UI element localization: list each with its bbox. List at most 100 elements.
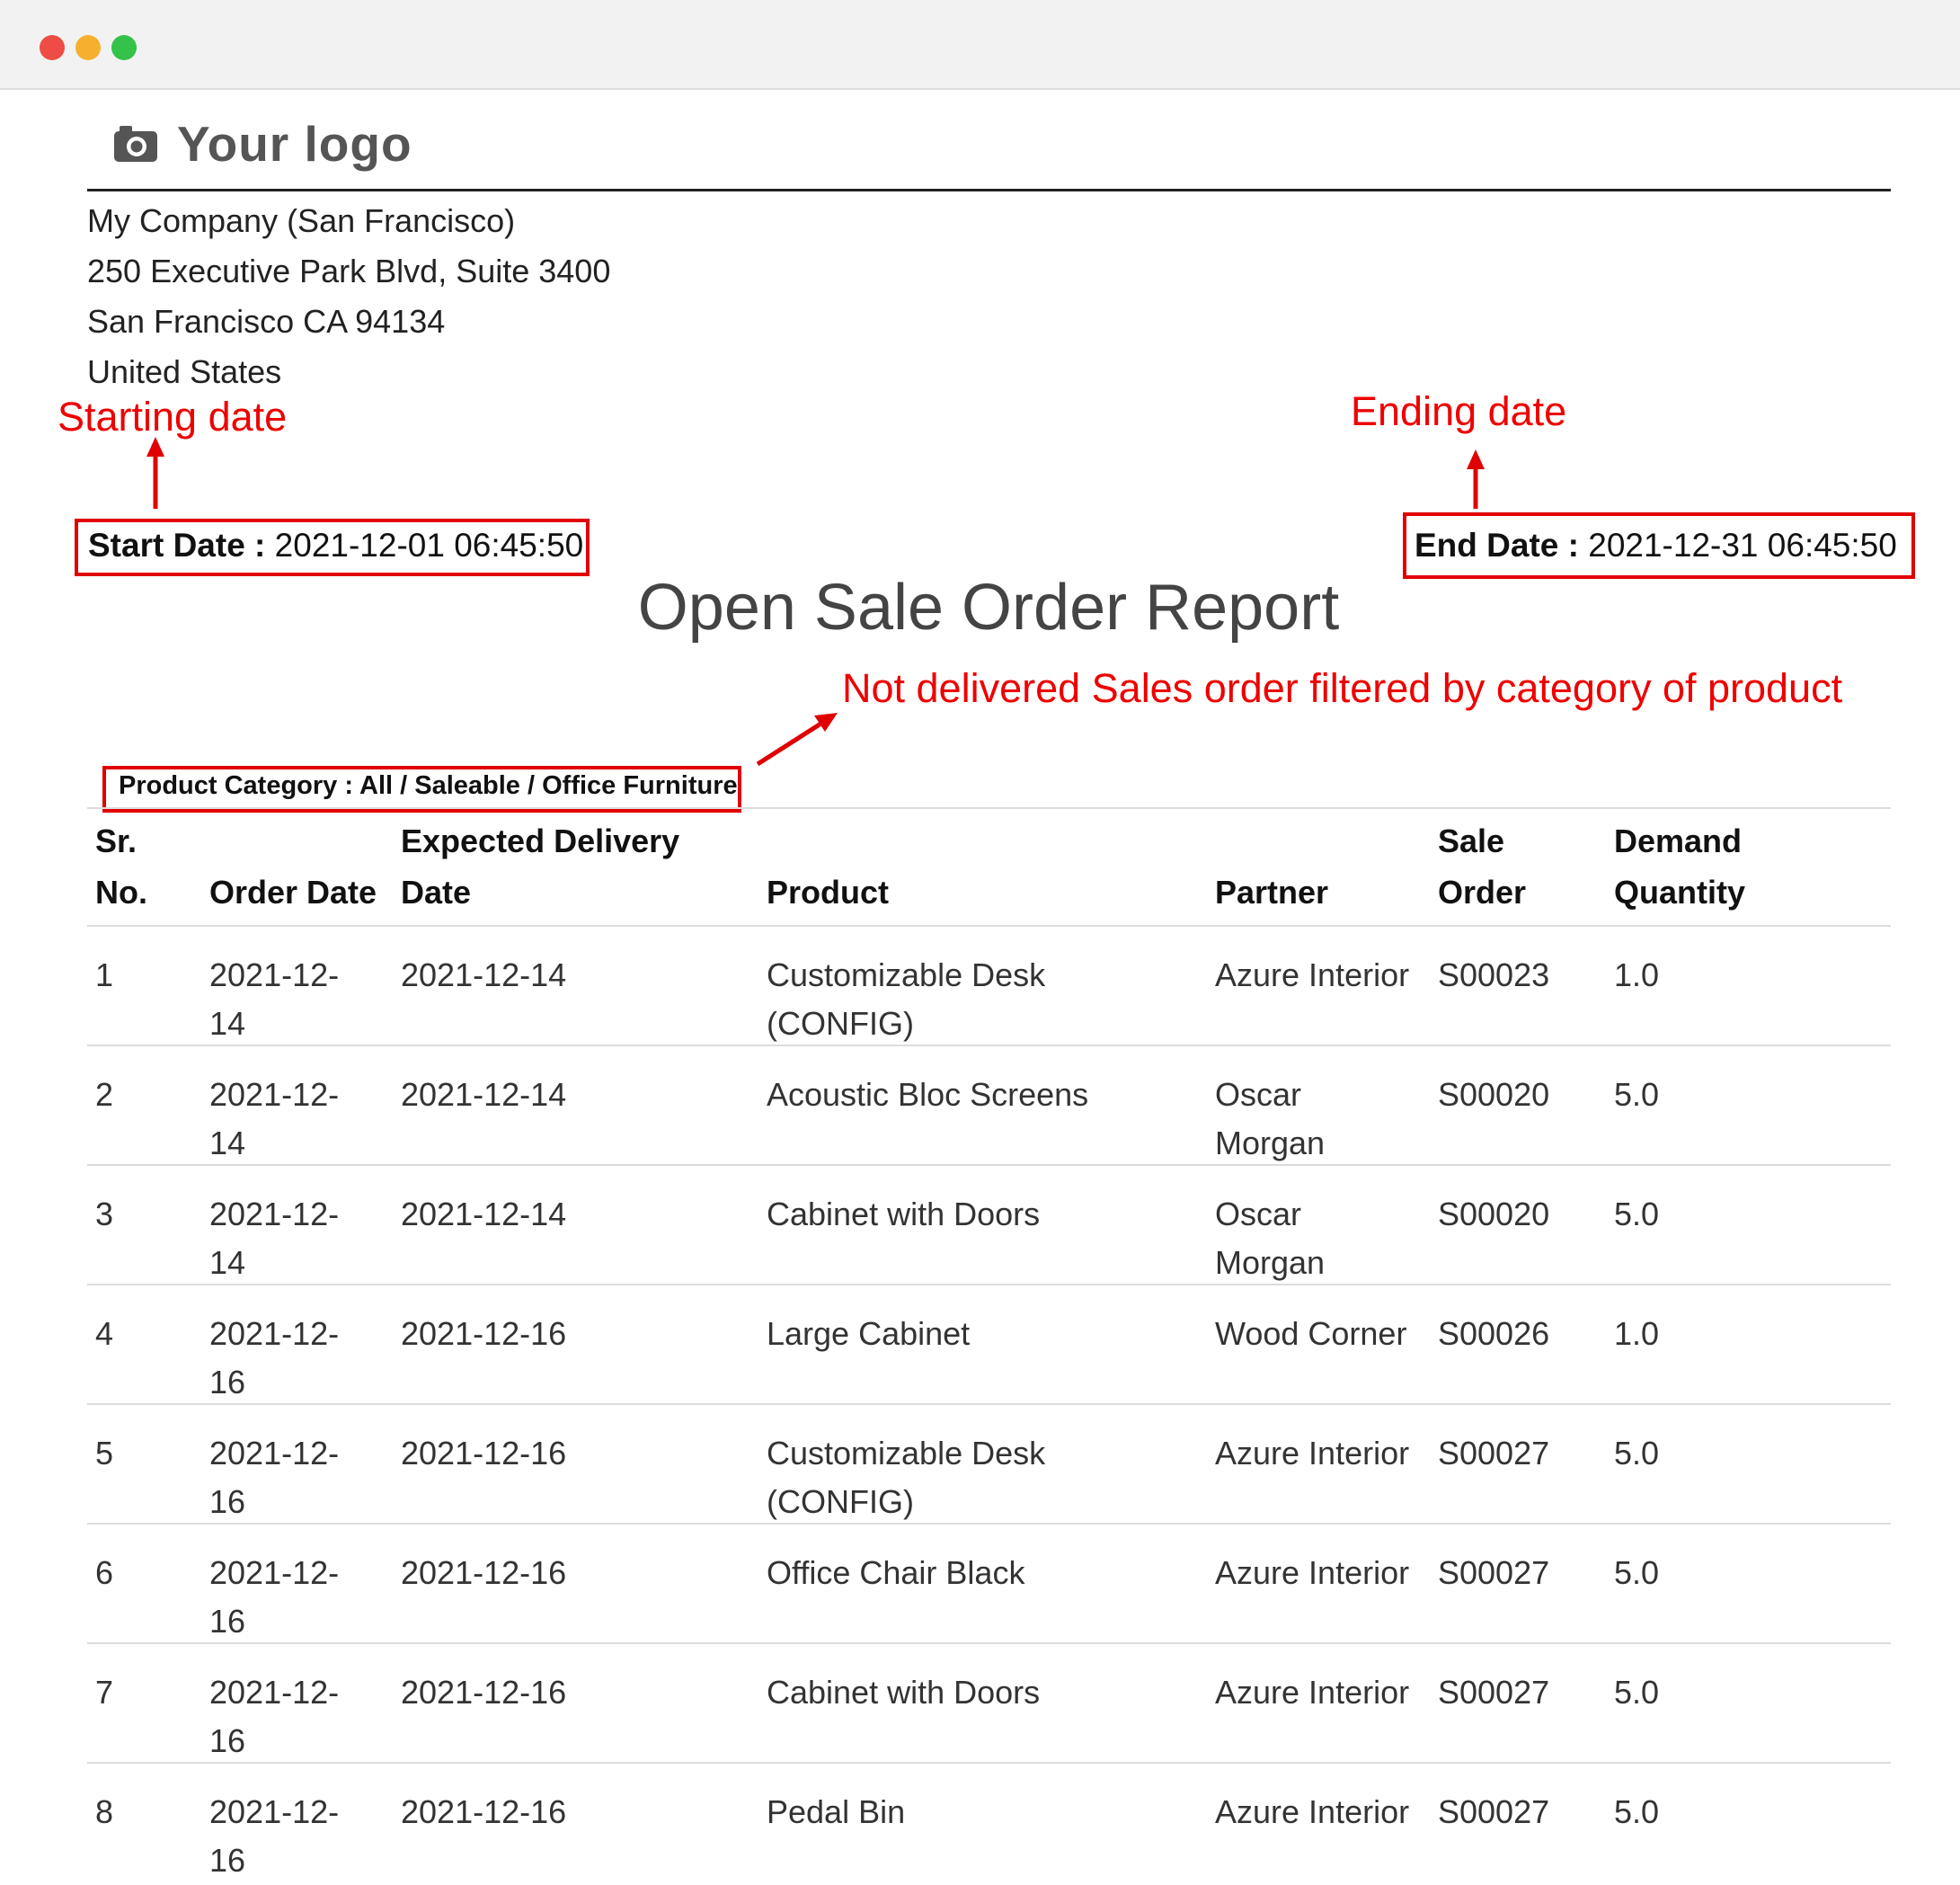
cell-demand-quantity: 5.0 <box>1614 1554 1660 1591</box>
table-row-divider <box>87 1642 1891 1644</box>
product-category-label: Product Category : <box>119 771 354 800</box>
cell-demand-quantity: 1.0 <box>1614 956 1660 993</box>
cell-order-date: 2021-12- 16 <box>209 1435 340 1520</box>
cell-expected-delivery: 2021-12-14 <box>401 1076 567 1113</box>
table-row-divider <box>87 1403 1891 1405</box>
cell-sr-no: 5 <box>95 1435 114 1472</box>
end-date-text: End Date : 2021-12-31 06:45:50 <box>1415 527 1897 565</box>
annotation-starting-date: Starting date <box>58 394 288 440</box>
cell-expected-delivery: 2021-12-14 <box>401 1196 567 1232</box>
cell-demand-quantity: 5.0 <box>1614 1674 1660 1711</box>
cell-demand-quantity: 1.0 <box>1614 1315 1660 1352</box>
header-demand-quantity: Demand Quantity <box>1614 822 1746 911</box>
cell-partner: Azure Interior <box>1215 1793 1410 1830</box>
table-row-divider <box>87 925 1891 927</box>
cell-expected-delivery: 2021-12-16 <box>401 1674 567 1711</box>
company-logo: Your logo <box>87 106 438 191</box>
cell-product: Customizable Desk (CONFIG) <box>767 1435 1046 1520</box>
product-category-text: Product Category : All / Saleable / Offi… <box>119 771 738 801</box>
cell-product: Acoustic Bloc Screens <box>767 1076 1089 1113</box>
annotation-ending-date: Ending date <box>1351 388 1567 434</box>
cell-sale-order: S00027 <box>1438 1435 1550 1472</box>
company-city: San Francisco CA 94134 <box>87 303 446 340</box>
cell-order-date: 2021-12- 16 <box>209 1554 340 1640</box>
header-divider <box>87 189 1891 191</box>
window-titlebar <box>0 0 1960 90</box>
minimize-window-button[interactable] <box>75 35 101 60</box>
cell-demand-quantity: 5.0 <box>1614 1076 1660 1113</box>
cell-sr-no: 6 <box>95 1554 114 1591</box>
cell-expected-delivery: 2021-12-14 <box>401 956 567 993</box>
end-arrowhead-icon <box>1467 449 1485 469</box>
cell-product: Office Chair Black <box>767 1554 1025 1591</box>
cell-product: Pedal Bin <box>767 1793 906 1830</box>
close-window-button[interactable] <box>40 35 65 60</box>
cell-sale-order: S00027 <box>1438 1793 1550 1830</box>
cell-product: Cabinet with Doors <box>767 1196 1041 1232</box>
cell-sr-no: 3 <box>95 1196 114 1232</box>
camera-icon <box>114 126 157 162</box>
cell-expected-delivery: 2021-12-16 <box>401 1315 567 1352</box>
cell-expected-delivery: 2021-12-16 <box>401 1554 567 1591</box>
cell-partner: Azure Interior <box>1215 1674 1410 1711</box>
report-title: Open Sale Order Report <box>637 572 1340 644</box>
cell-order-date: 2021-12- 14 <box>209 1196 340 1281</box>
cell-expected-delivery: 2021-12-16 <box>401 1435 567 1472</box>
category-arrowhead-icon <box>814 713 838 732</box>
header-product: Product <box>767 874 890 911</box>
company-address: My Company (San Francisco) 250 Executive… <box>87 196 610 397</box>
table-top-divider <box>87 807 1891 809</box>
cell-product: Customizable Desk (CONFIG) <box>767 956 1046 1042</box>
category-arrow-icon <box>756 720 824 767</box>
cell-order-date: 2021-12- 14 <box>209 1076 340 1161</box>
company-country: United States <box>87 353 282 390</box>
table-row-divider <box>87 1284 1891 1285</box>
cell-demand-quantity: 5.0 <box>1614 1435 1660 1472</box>
cell-product: Large Cabinet <box>767 1315 971 1352</box>
table-row-divider <box>87 1523 1891 1525</box>
cell-sr-no: 7 <box>95 1674 114 1711</box>
cell-partner: Oscar Morgan <box>1215 1076 1326 1161</box>
table-row-divider <box>87 1164 1891 1166</box>
cell-demand-quantity: 5.0 <box>1614 1196 1660 1232</box>
cell-order-date: 2021-12- 16 <box>209 1674 340 1759</box>
maximize-window-button[interactable] <box>111 35 137 60</box>
start-date-label: Start Date : <box>88 527 266 564</box>
cell-partner: Oscar Morgan <box>1215 1196 1326 1281</box>
company-street: 250 Executive Park Blvd, Suite 3400 <box>87 253 611 289</box>
cell-sale-order: S00020 <box>1438 1196 1550 1232</box>
start-date-value: 2021-12-01 06:45:50 <box>274 527 584 564</box>
cell-partner: Azure Interior <box>1215 1435 1410 1472</box>
cell-order-date: 2021-12- 14 <box>209 956 340 1042</box>
cell-product: Cabinet with Doors <box>767 1674 1041 1711</box>
table-row-divider <box>87 1762 1891 1764</box>
cell-partner: Azure Interior <box>1215 1554 1410 1591</box>
header-expected-delivery-date: Expected Delivery Date <box>401 822 680 911</box>
cell-sale-order: S00023 <box>1438 956 1550 993</box>
cell-expected-delivery: 2021-12-16 <box>401 1793 567 1830</box>
annotation-category-note: Not delivered Sales order filtered by ca… <box>842 665 1843 711</box>
cell-sr-no: 1 <box>95 956 114 993</box>
cell-sale-order: S00020 <box>1438 1076 1550 1113</box>
cell-sr-no: 4 <box>95 1315 114 1352</box>
start-date-text: Start Date : 2021-12-01 06:45:50 <box>88 527 583 565</box>
cell-order-date: 2021-12- 16 <box>209 1793 340 1879</box>
end-date-value: 2021-12-31 06:45:50 <box>1588 527 1897 564</box>
cell-sale-order: S00027 <box>1438 1674 1550 1711</box>
cell-sr-no: 8 <box>95 1793 114 1830</box>
cell-sale-order: S00026 <box>1438 1315 1550 1352</box>
header-partner: Partner <box>1215 874 1329 911</box>
cell-sale-order: S00027 <box>1438 1554 1550 1591</box>
company-name: My Company (San Francisco) <box>87 202 516 239</box>
cell-demand-quantity: 5.0 <box>1614 1793 1660 1830</box>
cell-sr-no: 2 <box>95 1076 114 1113</box>
cell-partner: Azure Interior <box>1215 956 1410 993</box>
end-date-label: End Date : <box>1415 527 1579 564</box>
table-row-divider <box>87 1045 1891 1046</box>
header-order-date: Order Date <box>209 874 377 911</box>
product-category-value: All / Saleable / Office Furniture <box>359 771 738 800</box>
logo-text: Your logo <box>177 116 412 172</box>
header-sr-no: Sr. No. <box>95 822 147 911</box>
cell-order-date: 2021-12- 16 <box>209 1315 340 1400</box>
header-sale-order: Sale Order <box>1438 822 1527 911</box>
